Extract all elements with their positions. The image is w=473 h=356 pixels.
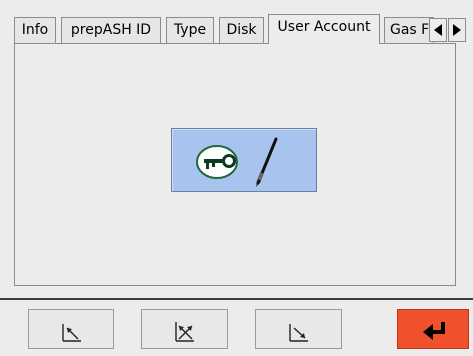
pen-icon — [256, 137, 278, 187]
tab-user-account-label: User Account — [277, 19, 371, 35]
tab-scroll-arrows — [429, 18, 467, 42]
middle-button[interactable] — [141, 309, 228, 349]
enter-return-icon — [423, 322, 445, 340]
tab-disk[interactable]: Disk — [219, 17, 264, 44]
tab-info[interactable]: Info — [14, 17, 56, 44]
key-icon — [196, 145, 238, 179]
arrow-up-left-icon — [62, 324, 81, 342]
tab-user-account[interactable]: User Account — [268, 14, 380, 44]
tab-disk-label: Disk — [226, 22, 257, 38]
tab-bar: Info prepASH ID Type Disk User Account G… — [14, 14, 469, 44]
first-button[interactable] — [28, 309, 114, 349]
tab-type[interactable]: Type — [166, 17, 214, 44]
arrow-down-right-icon — [289, 324, 308, 342]
user-account-key-pen-button[interactable] — [171, 128, 317, 192]
tab-prepash-id-label: prepASH ID — [70, 22, 152, 38]
triangle-left-icon — [434, 24, 442, 36]
tab-scroll-right-button[interactable] — [448, 18, 466, 42]
tab-prepash-id[interactable]: prepASH ID — [61, 17, 161, 44]
enter-button[interactable] — [397, 309, 469, 349]
tab-info-label: Info — [21, 22, 49, 38]
user-account-panel — [14, 43, 456, 286]
triangle-right-icon — [453, 24, 461, 36]
tab-scroll-left-button[interactable] — [429, 18, 447, 42]
arrow-cross-icon — [175, 322, 194, 342]
tab-gas-label: Gas F — [390, 22, 430, 38]
tab-gas[interactable]: Gas F — [384, 17, 434, 44]
bottom-divider — [0, 298, 473, 300]
tab-type-label: Type — [173, 22, 207, 38]
last-button[interactable] — [255, 309, 342, 349]
